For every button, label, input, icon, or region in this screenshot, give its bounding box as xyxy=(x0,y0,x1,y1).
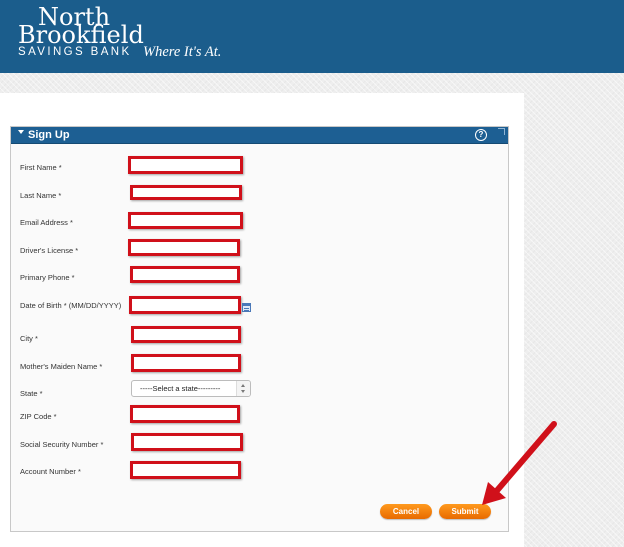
annotation-arrow-icon xyxy=(482,421,557,505)
